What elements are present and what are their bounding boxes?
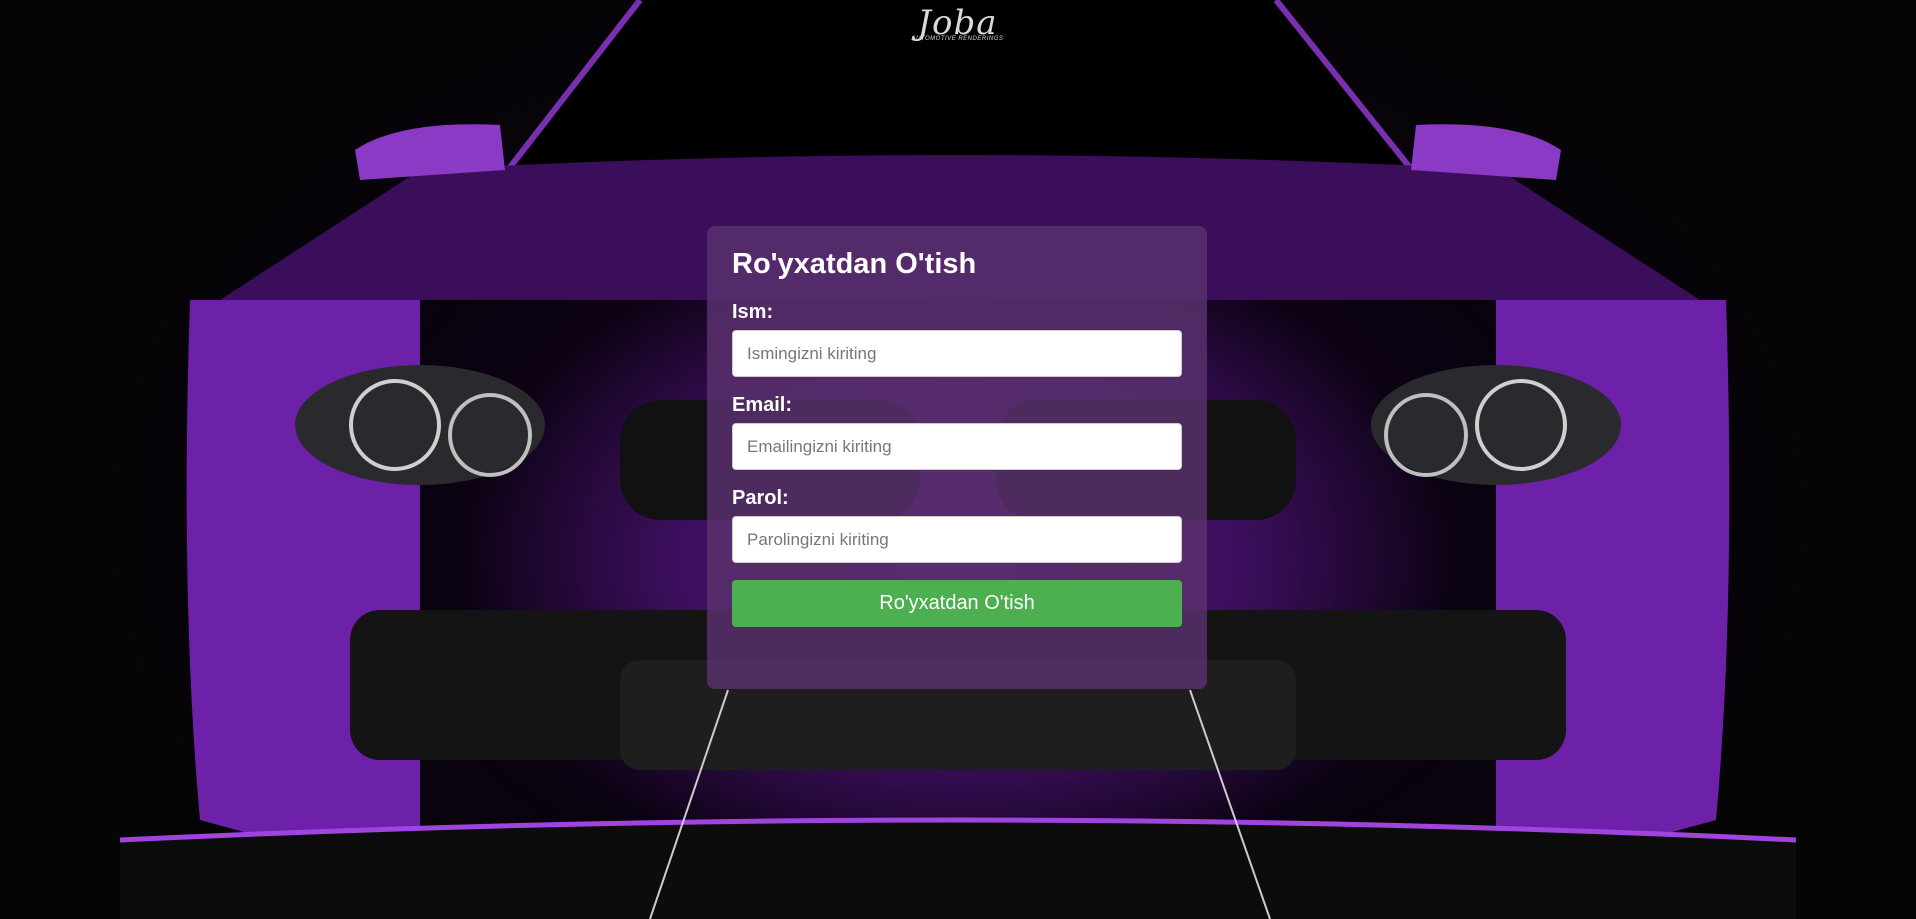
form-title: Ro'yxatdan O'tish bbox=[732, 248, 977, 280]
password-label: Parol: bbox=[732, 487, 789, 509]
name-label: Ism: bbox=[732, 301, 774, 323]
brand-logo: Joba AUTOMOTIVE RENDERINGS bbox=[890, 6, 1025, 42]
logo-mark: Joba bbox=[917, 3, 998, 43]
password-input[interactable] bbox=[732, 516, 1182, 563]
name-input[interactable] bbox=[732, 330, 1182, 377]
registration-card: Ro'yxatdan O'tish Ism: Email: Parol: Ro'… bbox=[707, 226, 1207, 689]
logo-subtitle: AUTOMOTIVE RENDERINGS bbox=[911, 36, 1004, 42]
register-button[interactable]: Ro'yxatdan O'tish bbox=[732, 580, 1182, 627]
email-input[interactable] bbox=[732, 423, 1182, 470]
email-label: Email: bbox=[732, 394, 793, 416]
